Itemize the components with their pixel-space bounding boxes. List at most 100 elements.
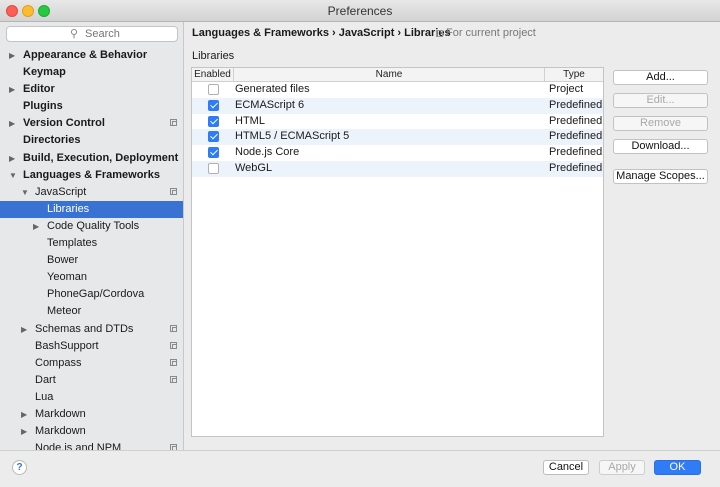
chevron-right-icon[interactable]: ▶ — [21, 321, 27, 338]
sidebar-item[interactable]: Node.js and NPM — [0, 440, 183, 450]
sidebar-item-label: Languages & Frameworks — [23, 168, 160, 181]
sidebar-item[interactable]: ▶ Code Quality Tools — [0, 218, 183, 235]
sidebar-item-label: Yeoman — [47, 271, 87, 284]
column-header-type[interactable]: Type — [545, 68, 603, 81]
sidebar-item-label: Version Control — [23, 117, 105, 130]
library-name: Node.js Core — [235, 146, 300, 159]
table-row[interactable]: ECMAScript 6 Predefined — [192, 97, 603, 114]
project-level-icon — [170, 187, 177, 195]
sidebar-item[interactable]: Directories — [0, 132, 183, 149]
sidebar-item[interactable]: Yeoman — [0, 269, 183, 286]
sidebar-item[interactable]: Keymap — [0, 64, 183, 81]
sidebar-item-label: Plugins — [23, 100, 63, 113]
table-row[interactable]: Generated files Project — [192, 82, 603, 98]
sidebar-item[interactable]: BashSupport — [0, 338, 183, 355]
library-type: Predefined — [549, 98, 603, 111]
table-row[interactable]: HTML Predefined — [192, 114, 603, 130]
sidebar-item-label: Libraries — [47, 202, 90, 215]
table-header: Enabled Name Type — [192, 68, 603, 82]
sidebar-item[interactable]: Bower — [0, 252, 183, 269]
enabled-checkbox[interactable] — [208, 163, 219, 174]
sidebar-item[interactable]: Plugins — [0, 98, 183, 115]
cancel-button[interactable]: Cancel — [543, 460, 589, 475]
remove-library-button[interactable]: Remove — [613, 116, 708, 131]
help-button[interactable]: ? — [12, 460, 27, 475]
project-level-icon — [170, 375, 177, 383]
chevron-right-icon[interactable]: ▶ — [21, 423, 27, 440]
download-library-button[interactable]: Download... — [613, 139, 708, 154]
settings-sidebar: ⚲ ▶ Appearance & Behavior Keymap ▶ Editor Plu… — [0, 22, 184, 450]
search-input[interactable] — [85, 28, 175, 40]
sidebar-item[interactable]: Lua — [0, 389, 183, 406]
sidebar-item-label: Schemas and DTDs — [35, 322, 134, 335]
libraries-table: Enabled Name Type Generated files Project… — [191, 67, 604, 437]
sidebar-item-label: Directories — [23, 134, 81, 147]
chevron-right-icon[interactable]: ▶ — [9, 47, 15, 64]
sidebar-item[interactable]: ▶ Markdown — [0, 406, 183, 423]
sidebar-item-label: Compass — [35, 356, 82, 369]
sidebar-item[interactable]: PhoneGap/Cordova — [0, 286, 183, 303]
sidebar-item-label: JavaScript — [35, 185, 87, 198]
project-level-icon — [170, 358, 177, 366]
sidebar-item-label: Lua — [35, 390, 54, 403]
enabled-checkbox[interactable] — [208, 147, 219, 159]
sidebar-item-label: BashSupport — [35, 339, 99, 352]
library-type: Predefined — [549, 130, 603, 143]
column-header-name[interactable]: Name — [234, 68, 545, 81]
table-row[interactable]: HTML5 / ECMAScript 5 Predefined — [192, 129, 603, 146]
add-library-button[interactable]: Add... — [613, 70, 708, 85]
chevron-right-icon[interactable]: ▶ — [9, 150, 15, 167]
sidebar-item-label: Build, Execution, Deployment — [23, 151, 179, 164]
window-title: Preferences — [327, 4, 393, 18]
library-name: WebGL — [235, 162, 273, 174]
sidebar-item[interactable]: ▶ Appearance & Behavior — [0, 47, 183, 64]
sidebar-item[interactable]: ▶ Schemas and DTDs — [0, 321, 183, 338]
sidebar-item[interactable]: ▼ JavaScript — [0, 184, 183, 201]
sidebar-item[interactable]: Dart — [0, 372, 183, 389]
search-box[interactable]: ⚲ — [6, 26, 178, 42]
section-label: Libraries — [192, 50, 235, 62]
chevron-down-icon[interactable]: ▼ — [21, 184, 29, 201]
title-bar: Preferences — [0, 0, 720, 22]
chevron-right-icon[interactable]: ▶ — [21, 406, 27, 423]
sidebar-item-label: Markdown — [35, 407, 86, 420]
sidebar-item[interactable]: Compass — [0, 355, 183, 372]
sidebar-item-label: PhoneGap/Cordova — [47, 288, 145, 301]
sidebar-item-label: Markdown — [35, 425, 86, 438]
sidebar-item[interactable]: Templates — [0, 235, 183, 252]
apply-button[interactable]: Apply — [599, 460, 645, 475]
sidebar-item-label: Appearance & Behavior — [23, 49, 148, 61]
sidebar-item[interactable]: ▶ Build, Execution, Deployment — [0, 150, 183, 167]
sidebar-item[interactable]: Libraries — [0, 200, 183, 218]
sidebar-item-label: Node.js and NPM — [35, 442, 122, 450]
enabled-checkbox[interactable] — [208, 99, 219, 111]
enabled-checkbox[interactable] — [208, 115, 219, 127]
scope-note-text: For current project — [446, 27, 536, 39]
chevron-right-icon[interactable]: ▶ — [9, 115, 15, 132]
sidebar-item[interactable]: ▼ Languages & Frameworks — [0, 167, 183, 184]
library-type: Project — [549, 83, 584, 95]
library-name: ECMAScript 6 — [235, 98, 305, 111]
project-level-icon — [170, 119, 177, 127]
table-row[interactable]: Node.js Core Predefined — [192, 145, 603, 161]
enabled-checkbox[interactable] — [208, 84, 219, 95]
chevron-down-icon[interactable]: ▼ — [9, 167, 17, 184]
library-type: Predefined — [549, 114, 603, 127]
library-name: HTML5 / ECMAScript 5 — [235, 130, 350, 143]
chevron-right-icon[interactable]: ▶ — [33, 218, 39, 235]
enabled-checkbox[interactable] — [208, 131, 219, 143]
sidebar-item[interactable]: ▶ Version Control — [0, 115, 183, 132]
library-type: Predefined — [549, 162, 603, 174]
sidebar-item[interactable]: ▶ Markdown — [0, 423, 183, 440]
edit-library-button[interactable]: Edit... — [613, 93, 708, 108]
dialog-footer: ? Cancel Apply OK — [0, 450, 720, 487]
scope-note: For current project — [436, 27, 536, 39]
manage-scopes-button[interactable]: Manage Scopes... — [613, 169, 708, 184]
chevron-right-icon[interactable]: ▶ — [9, 81, 15, 98]
sidebar-item-label: Dart — [35, 373, 56, 386]
table-row[interactable]: WebGL Predefined — [192, 161, 603, 177]
sidebar-item[interactable]: Meteor — [0, 303, 183, 320]
sidebar-item[interactable]: ▶ Editor — [0, 81, 183, 98]
column-header-enabled[interactable]: Enabled — [192, 68, 234, 81]
ok-button[interactable]: OK — [654, 460, 701, 475]
